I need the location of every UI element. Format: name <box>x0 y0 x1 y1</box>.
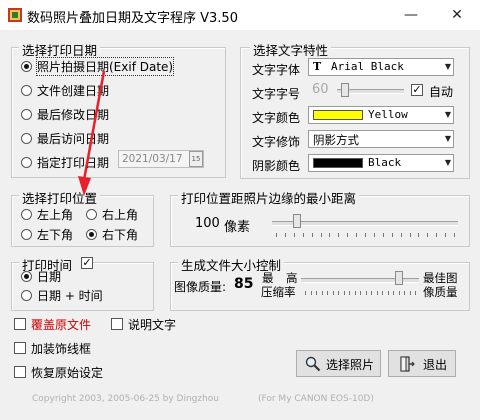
annotation-arrow-icon <box>78 70 106 196</box>
